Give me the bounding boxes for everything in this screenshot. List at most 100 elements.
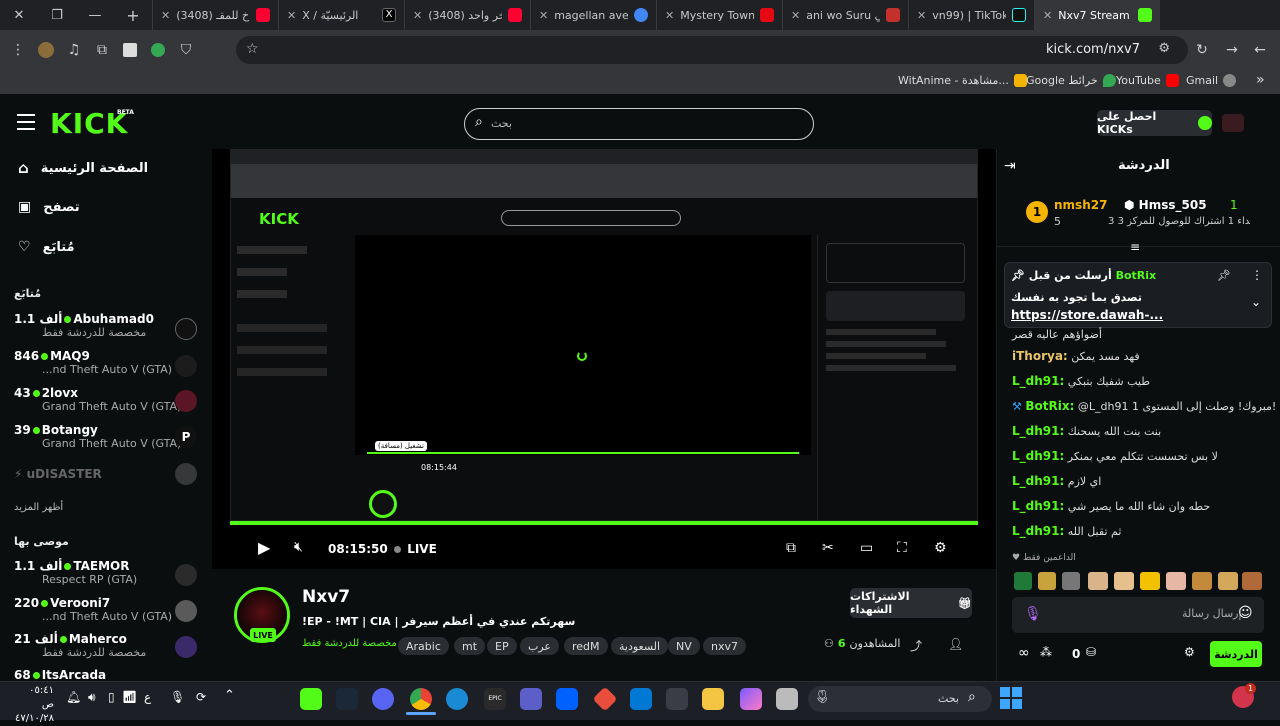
tag[interactable]: mt <box>454 637 486 655</box>
notification-bell-icon[interactable]: 🔔︎ <box>66 690 81 704</box>
video-progress-bar[interactable] <box>230 521 978 525</box>
language-indicator[interactable]: ع <box>144 690 151 704</box>
site-settings-icon[interactable]: ⚙ <box>1158 41 1170 56</box>
subscribe-button[interactable]: الاشتراكات الشهداء 🎁︎ <box>850 588 972 618</box>
browser-tab[interactable]: ✕Mystery Town - N <box>656 0 782 30</box>
browser-tab[interactable]: ✕ X / الرئيسيّة X <box>278 0 404 30</box>
shield-icon[interactable]: ⛉ <box>172 36 200 64</box>
emote-icon[interactable] <box>1114 572 1134 590</box>
bookmarks-overflow-icon[interactable]: » <box>1256 72 1265 88</box>
tag[interactable]: EP <box>487 637 517 655</box>
close-tab-icon[interactable]: ✕ <box>1043 9 1052 22</box>
extensions-icon[interactable]: ⧉ <box>88 36 116 64</box>
emoji-icon[interactable]: ☺ <box>1238 605 1253 621</box>
follow-user-icon[interactable]: 👤︎ <box>948 637 963 651</box>
nav-following[interactable]: ♡ مُتابَع <box>18 239 75 255</box>
avatar[interactable] <box>175 463 197 485</box>
tag[interactable]: NV <box>668 637 700 655</box>
filter-icon[interactable]: ≡ <box>1130 240 1140 254</box>
tag[interactable]: السعودية <box>611 637 669 655</box>
tray-overflow-icon[interactable]: ⌃ <box>224 688 235 703</box>
close-tab-icon[interactable]: ✕ <box>539 9 548 22</box>
clip-icon[interactable]: ✂ <box>822 540 834 556</box>
emote-icon[interactable] <box>1166 572 1186 590</box>
browser-tab-active[interactable]: ✕Nxv7 Stream - W <box>1034 0 1160 30</box>
chrome-icon[interactable] <box>410 688 432 710</box>
infinity-icon[interactable]: ∞ <box>1018 645 1030 661</box>
tag[interactable]: nxv7 <box>703 637 746 655</box>
kick-app-icon[interactable] <box>300 688 322 710</box>
avatar[interactable] <box>175 318 197 340</box>
avatar[interactable] <box>175 390 197 412</box>
chevron-down-icon[interactable]: ⌄ <box>1251 295 1261 309</box>
close-tab-icon[interactable]: ✕ <box>161 9 170 22</box>
stream-category-link[interactable]: مخصصة للدردشة فقط <box>302 638 397 649</box>
avatar[interactable] <box>175 636 197 658</box>
task-view-icon[interactable] <box>776 688 798 710</box>
taskbar-search[interactable]: 🌷︎ بحث ⌕ <box>808 686 992 712</box>
bookmark-maps[interactable]: Google خرائط <box>1026 74 1116 87</box>
profile-avatar[interactable] <box>32 36 60 64</box>
browser-tab[interactable]: ✕ani wo Suru انمي <box>782 0 908 30</box>
back-icon[interactable]: ← <box>1246 36 1274 64</box>
teams-icon[interactable] <box>520 688 542 710</box>
pip-icon[interactable]: ⧉ <box>786 540 796 556</box>
reload-icon[interactable]: ↻ <box>1188 36 1216 64</box>
avatar[interactable] <box>175 355 197 377</box>
microphone-tray-icon[interactable]: 🎙︎ <box>170 690 185 704</box>
file-explorer-icon[interactable] <box>702 688 724 710</box>
chat-settings-icon[interactable]: ⚙ <box>1184 645 1195 659</box>
menu-dots-icon[interactable]: ⋮ <box>4 36 32 64</box>
search-input[interactable]: ⌕ بحث <box>464 108 814 140</box>
minimize-window-icon[interactable]: — <box>76 0 114 30</box>
emote-icon[interactable] <box>1038 572 1056 590</box>
browser-tab[interactable]: ✕(3408) آخر واحد <box>404 0 530 30</box>
hamburger-menu-icon[interactable] <box>17 114 35 130</box>
mail-icon[interactable] <box>630 688 652 710</box>
fullscreen-icon[interactable]: ⛶ <box>897 540 907 556</box>
epic-games-icon[interactable]: EPIC <box>484 688 506 710</box>
emote-icon[interactable] <box>1140 572 1160 590</box>
bookmark-youtube[interactable]: YouTube <box>1116 74 1179 87</box>
share-icon[interactable]: ⤴ <box>910 637 922 654</box>
close-tab-icon[interactable]: ✕ <box>917 9 926 22</box>
emote-icon[interactable] <box>1014 572 1032 590</box>
volume-icon[interactable]: 🔊︎ <box>88 690 96 705</box>
nav-browse[interactable]: ▣ تصفح <box>18 199 80 215</box>
channel-name[interactable]: Nxv7 <box>302 587 350 607</box>
forward-icon[interactable]: → <box>1218 36 1246 64</box>
battery-icon[interactable]: ▯ <box>108 690 115 704</box>
theater-mode-icon[interactable]: ▭ <box>860 540 873 556</box>
emote-menu-icon[interactable]: ⁂ <box>1040 645 1052 659</box>
close-tab-icon[interactable]: ✕ <box>287 9 296 22</box>
restore-window-icon[interactable]: ❐ <box>38 0 76 30</box>
close-tab-icon[interactable]: ✕ <box>791 9 800 22</box>
profile-widget[interactable]: 1 <box>1232 683 1256 708</box>
tag[interactable]: عرب <box>520 637 559 655</box>
pinned-link[interactable]: https://store.dawah-... <box>1011 308 1163 322</box>
store-icon[interactable] <box>666 688 688 710</box>
emote-icon[interactable] <box>1088 572 1108 590</box>
user-avatar[interactable] <box>1222 114 1244 132</box>
extension-badge-icon[interactable] <box>144 36 172 64</box>
bookmark-star-icon[interactable]: ☆ <box>246 41 259 57</box>
avatar[interactable] <box>175 600 197 622</box>
emote-icon[interactable] <box>1062 572 1080 590</box>
new-tab-button[interactable]: + <box>114 0 152 30</box>
points-icon[interactable]: ⛁ <box>1086 645 1096 659</box>
emote-icon[interactable] <box>1192 572 1212 590</box>
avatar[interactable]: P <box>175 426 197 448</box>
extension-icon[interactable] <box>116 36 144 64</box>
copilot-icon[interactable] <box>740 688 762 710</box>
pinned-message[interactable]: 📌︎ أرسلت من قبل BotRix 📌︎ ⋮ تصدق بما تجو… <box>1004 262 1272 328</box>
browser-tab[interactable]: ✕vn99) | TikTok(1) <box>908 0 1034 30</box>
send-chat-button[interactable]: الدردشة <box>1210 641 1262 667</box>
edge-icon[interactable] <box>446 688 468 710</box>
mute-icon[interactable]: 🔇︎ <box>294 539 303 555</box>
get-kicks-button[interactable]: احصل على KICKs <box>1097 110 1212 136</box>
browser-tab[interactable]: ✕صراخ للمقـ (3408) <box>152 0 278 30</box>
leaderboard-user[interactable]: nmsh27 <box>1054 198 1107 212</box>
address-bar[interactable]: ☆ kick.com/nxv7 ⚙ <box>236 36 1188 64</box>
nav-home[interactable]: ⌂ الصفحة الرئيسية <box>18 159 148 177</box>
start-button[interactable] <box>1000 687 1022 709</box>
